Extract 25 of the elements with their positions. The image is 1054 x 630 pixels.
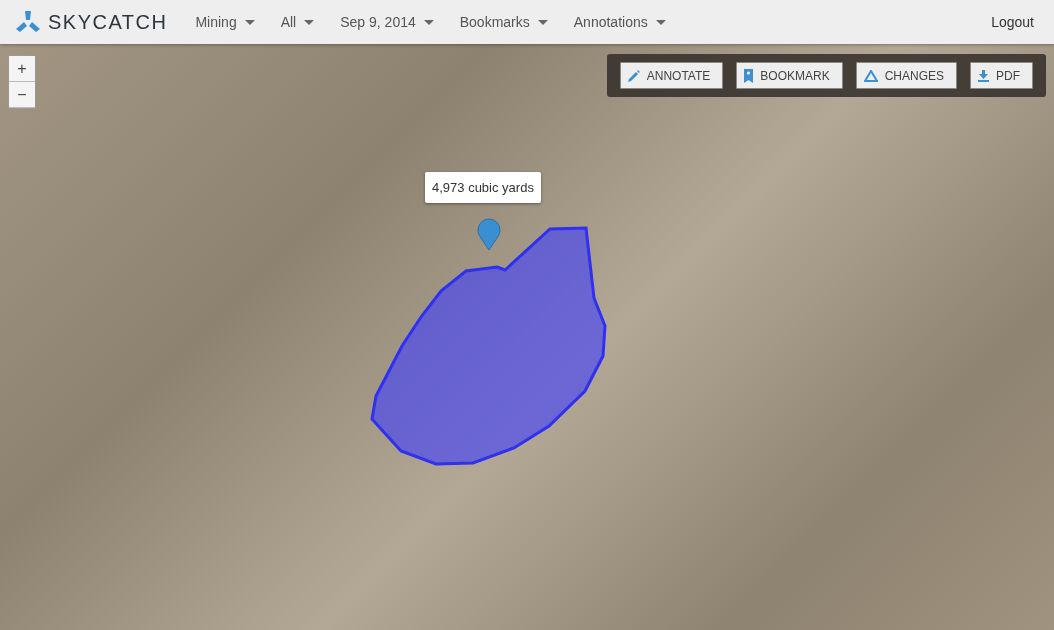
toolbar-button[interactable]: PDF [970, 62, 1033, 89]
caret-icon [244, 19, 255, 25]
pencil-icon [627, 69, 640, 82]
logo-icon [16, 11, 40, 33]
brand-name: SKYCATCH [48, 10, 168, 34]
nav-dropdown[interactable]: Mining [195, 10, 255, 34]
caret-icon [423, 19, 434, 25]
caret-icon [537, 19, 548, 25]
caret-icon [655, 19, 666, 25]
map-pin-icon[interactable] [477, 218, 501, 250]
nav-dropdown[interactable]: Annotations [573, 10, 666, 34]
triangle-icon [863, 69, 878, 82]
bookmark-icon [744, 68, 754, 83]
zoom-in-button[interactable]: + [9, 56, 35, 82]
volume-tooltip: 4,973 cubic yards [425, 172, 541, 203]
zoom-out-button[interactable]: − [9, 82, 35, 108]
nav-dropdown[interactable]: Sep 9, 2014 [340, 10, 434, 34]
toolbar-button[interactable]: CHANGES [855, 62, 957, 89]
caret-icon [304, 19, 315, 25]
logout-link[interactable]: Logout [991, 14, 1034, 30]
nav-dropdown[interactable]: All [280, 10, 315, 34]
download-icon [978, 69, 989, 82]
toolbar-button[interactable]: BOOKMARK [736, 62, 843, 89]
nav-dropdown[interactable]: Bookmarks [459, 10, 548, 34]
toolbar-button[interactable]: ANNOTATE [619, 62, 724, 89]
